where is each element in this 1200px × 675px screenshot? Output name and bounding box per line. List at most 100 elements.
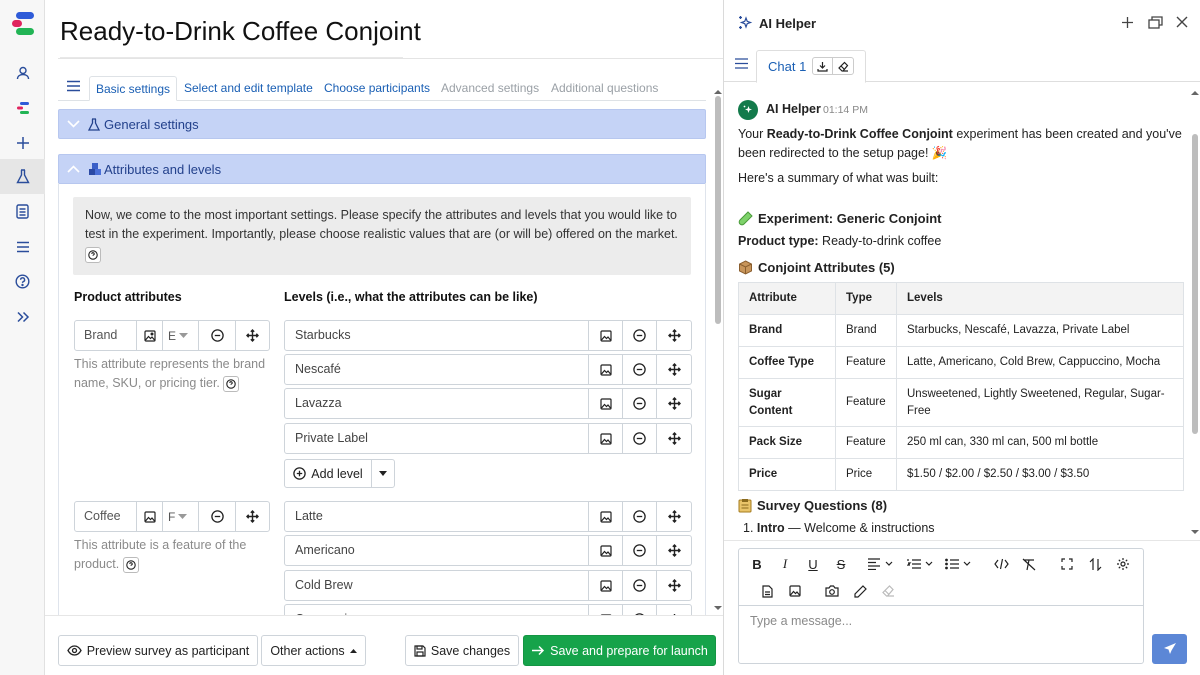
level-input[interactable]: Private Label bbox=[285, 424, 589, 453]
drag-handle-icon[interactable] bbox=[657, 502, 691, 531]
drag-handle-icon[interactable] bbox=[657, 571, 691, 600]
brand-icon[interactable] bbox=[0, 90, 45, 125]
panel-title: AI Helper bbox=[759, 16, 817, 31]
other-actions-button[interactable]: Other actions bbox=[261, 635, 366, 666]
menu-icon[interactable] bbox=[735, 58, 748, 69]
level-input[interactable]: Nescafé bbox=[285, 355, 589, 384]
image-icon[interactable] bbox=[589, 321, 623, 350]
image-icon[interactable] bbox=[787, 583, 803, 599]
remove-level-button[interactable] bbox=[623, 536, 657, 565]
add-level-dropdown[interactable] bbox=[372, 460, 394, 487]
pen-icon[interactable] bbox=[852, 583, 868, 599]
drag-handle-icon[interactable] bbox=[657, 355, 691, 384]
expand-icon[interactable] bbox=[0, 299, 45, 334]
file-icon[interactable] bbox=[759, 583, 775, 599]
level-input[interactable]: Latte bbox=[285, 502, 589, 531]
help-icon[interactable] bbox=[85, 246, 101, 263]
app-logo[interactable] bbox=[0, 6, 45, 42]
image-icon[interactable] bbox=[589, 424, 623, 453]
image-icon[interactable] bbox=[589, 389, 623, 418]
document-icon[interactable] bbox=[0, 194, 45, 229]
paper-plane-icon bbox=[1163, 643, 1176, 654]
attributes-accordion[interactable]: Attributes and levels bbox=[58, 154, 706, 184]
image-icon[interactable] bbox=[137, 321, 163, 350]
fullscreen-icon[interactable] bbox=[1059, 556, 1075, 572]
image-icon[interactable] bbox=[589, 502, 623, 531]
image-icon[interactable] bbox=[589, 536, 623, 565]
chat-scrollbar[interactable] bbox=[1190, 88, 1200, 538]
plus-icon[interactable] bbox=[0, 125, 45, 160]
drag-handle-icon[interactable] bbox=[657, 389, 691, 418]
add-level-button[interactable]: Add level bbox=[285, 460, 372, 487]
attribute-name-input[interactable]: Coffee bbox=[75, 502, 137, 531]
bullet-list-dropdown[interactable] bbox=[945, 556, 975, 572]
drag-handle-icon[interactable] bbox=[657, 424, 691, 453]
eraser-icon[interactable] bbox=[833, 58, 853, 74]
level-input[interactable]: Cappuccino bbox=[285, 605, 589, 615]
attribute-name-input[interactable]: Brand bbox=[75, 321, 137, 350]
attribute-type-select[interactable]: F bbox=[163, 502, 199, 531]
remove-attribute-button[interactable] bbox=[199, 321, 236, 350]
drag-handle-icon[interactable] bbox=[657, 321, 691, 350]
flask-icon[interactable] bbox=[0, 159, 45, 194]
chat-messages: AI Helper 01:14 PM Your Ready-to-Drink C… bbox=[724, 88, 1190, 538]
sort-icon[interactable] bbox=[1087, 556, 1103, 572]
bold-icon[interactable]: B bbox=[749, 556, 765, 572]
message-input[interactable]: Type a message... bbox=[750, 614, 852, 628]
table-cell: Price bbox=[835, 458, 897, 491]
remove-level-button[interactable] bbox=[623, 502, 657, 531]
align-dropdown[interactable] bbox=[867, 556, 897, 572]
user-icon[interactable] bbox=[0, 55, 45, 90]
drag-handle-icon[interactable] bbox=[657, 605, 691, 615]
remove-attribute-button[interactable] bbox=[199, 502, 236, 531]
drag-handle-icon[interactable] bbox=[236, 321, 269, 350]
tab-basic-settings[interactable]: Basic settings bbox=[89, 76, 178, 101]
drag-handle-icon[interactable] bbox=[657, 536, 691, 565]
code-icon[interactable] bbox=[993, 556, 1009, 572]
camera-icon[interactable] bbox=[824, 583, 840, 599]
image-icon[interactable] bbox=[589, 355, 623, 384]
restore-window-icon[interactable] bbox=[1148, 16, 1163, 29]
settings-tabs: Basic settings Select and edit template … bbox=[58, 76, 706, 101]
save-and-launch-button[interactable]: Save and prepare for launch bbox=[523, 635, 716, 666]
level-input[interactable]: Starbucks bbox=[285, 321, 589, 350]
general-settings-accordion[interactable]: General settings bbox=[58, 109, 706, 139]
close-icon[interactable] bbox=[1176, 16, 1188, 28]
image-icon[interactable] bbox=[589, 571, 623, 600]
help-icon[interactable] bbox=[0, 264, 45, 299]
remove-level-button[interactable] bbox=[623, 605, 657, 615]
attribute-description: This attribute is a feature of the produ… bbox=[74, 536, 270, 574]
level-input[interactable]: Cold Brew bbox=[285, 571, 589, 600]
main-scrollbar[interactable] bbox=[713, 88, 723, 615]
send-button[interactable] bbox=[1152, 634, 1187, 664]
tab-select-template[interactable]: Select and edit template bbox=[184, 76, 313, 101]
remove-level-button[interactable] bbox=[623, 571, 657, 600]
level-input[interactable]: Lavazza bbox=[285, 389, 589, 418]
remove-level-button[interactable] bbox=[623, 321, 657, 350]
preview-survey-button[interactable]: Preview survey as participant bbox=[58, 635, 258, 666]
table-cell: Feature bbox=[835, 426, 897, 459]
image-icon[interactable] bbox=[137, 502, 163, 531]
list-icon[interactable] bbox=[0, 229, 45, 264]
remove-level-button[interactable] bbox=[623, 389, 657, 418]
tab-choose-participants[interactable]: Choose participants bbox=[324, 76, 430, 101]
new-chat-icon[interactable] bbox=[1121, 16, 1134, 29]
clear-format-icon[interactable] bbox=[1021, 556, 1037, 572]
ordered-list-dropdown[interactable] bbox=[907, 556, 937, 572]
strikethrough-icon[interactable]: S bbox=[833, 556, 849, 572]
image-icon[interactable] bbox=[589, 605, 623, 615]
italic-icon[interactable]: I bbox=[777, 556, 793, 572]
attribute-type-select[interactable]: E bbox=[163, 321, 199, 350]
tab-chat-1[interactable]: Chat 1 bbox=[756, 50, 866, 83]
settings-icon[interactable] bbox=[1115, 556, 1131, 572]
drag-handle-icon[interactable] bbox=[236, 502, 269, 531]
help-icon[interactable] bbox=[122, 556, 139, 573]
remove-level-button[interactable] bbox=[623, 424, 657, 453]
level-input[interactable]: Americano bbox=[285, 536, 589, 565]
save-changes-button[interactable]: Save changes bbox=[405, 635, 519, 666]
help-icon[interactable] bbox=[223, 375, 240, 392]
download-icon[interactable] bbox=[813, 58, 834, 74]
attributes-section: Now, we come to the most important setti… bbox=[58, 183, 706, 615]
underline-icon[interactable]: U bbox=[805, 556, 821, 572]
remove-level-button[interactable] bbox=[623, 355, 657, 384]
